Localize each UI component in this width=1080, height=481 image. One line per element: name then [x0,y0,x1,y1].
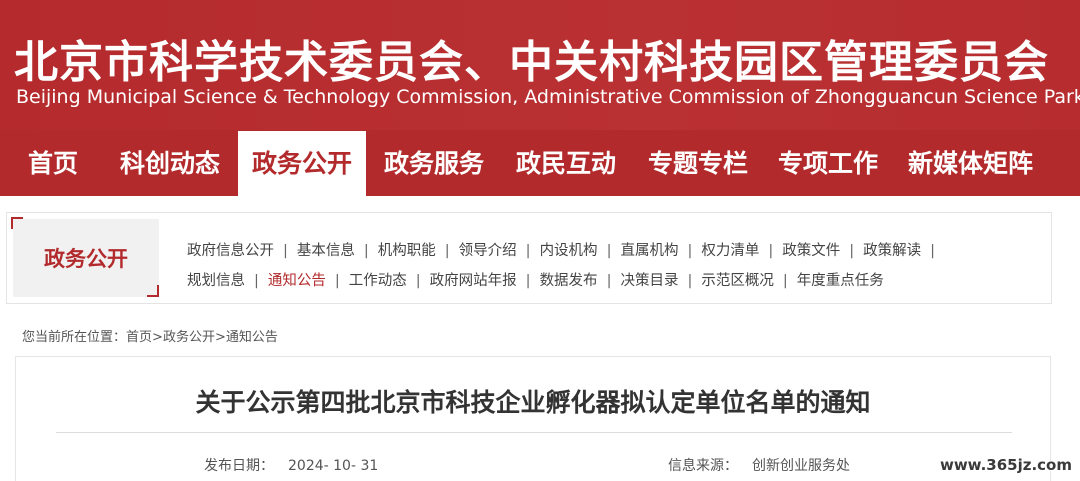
sub-nav-link[interactable]: 示范区概况 [701,273,774,289]
sub-nav-link[interactable]: 直属机构 [620,243,678,259]
article-title: 关于公示第四批北京市科技企业孵化器拟认定单位名单的通知 [195,388,871,417]
sub-nav-link[interactable]: 领导介绍 [459,243,517,259]
sub-nav-link[interactable]: 机构职能 [378,243,436,259]
sub-nav-link-active[interactable]: 通知公告 [268,273,326,289]
sub-nav-link[interactable]: 权力清单 [701,243,759,259]
watermark: www.365jz.com [939,456,1072,474]
site-title-cn[interactable]: 北京市科学技术委员会、中关村科技园区管理委员会 [14,26,1049,90]
separator: | [606,243,612,259]
nav-item-home[interactable]: 首页 [28,131,78,196]
publish-date-value: 2024- 10- 31 [288,458,379,474]
sub-nav-link[interactable]: 年度重点任务 [797,273,884,289]
separator: | [363,243,369,259]
separator: | [687,243,693,259]
divider [56,432,1012,433]
separator: | [930,243,936,259]
separator: | [782,273,788,289]
sub-nav-link[interactable]: 数据发布 [540,273,598,289]
publish-date-label: 发布日期： [204,458,274,474]
corner-decoration-bottom-right [147,285,159,297]
publish-date: 发布日期： 2024- 10- 31 [204,455,378,475]
breadcrumb-separator: > [214,330,226,345]
sub-nav-link[interactable]: 规划信息 [187,273,245,289]
corner-decoration-top-left [11,217,23,229]
sub-nav-link[interactable]: 政策解读 [863,243,921,259]
site-title-en: Beijing Municipal Science & Technology C… [16,86,1080,108]
separator: | [415,273,421,289]
breadcrumb-separator: > [152,330,163,345]
separator: | [334,273,340,289]
separator: | [687,273,693,289]
sub-nav-panel: 政务公开 政府信息公开 | 基本信息 | 机构职能 | 领导介绍 | 内设机构 | 直属机构 | 权力清… [6,212,1052,304]
nav-item-interaction[interactable]: 政民互动 [516,131,616,196]
nav-item-news[interactable]: 科创动态 [120,131,220,196]
separator: | [444,243,450,259]
sub-nav-link[interactable]: 政策文件 [782,243,840,259]
info-source-value: 创新创业服务处 [752,458,850,474]
breadcrumb-link-gov-affairs[interactable]: 政务公开 [163,330,215,345]
sub-nav-link[interactable]: 政府信息公开 [187,243,274,259]
separator: | [525,243,531,259]
sub-nav-link[interactable]: 工作动态 [349,273,407,289]
breadcrumb-prefix: 您当前所在位置： [22,330,127,345]
sub-nav-row-1: 政府信息公开 | 基本信息 | 机构职能 | 领导介绍 | 内设机构 | 直属机构 | 权力清单 | 政策文… [187,239,944,260]
separator: | [254,273,259,289]
article-panel: 关于公示第四批北京市科技企业孵化器拟认定单位名单的通知 发布日期： 2024- 1… [15,356,1051,481]
separator: | [606,273,612,289]
info-source: 信息来源： 创新创业服务处 [668,455,850,475]
info-source-label: 信息来源： [668,458,738,474]
breadcrumb-link-notices[interactable]: 通知公告 [226,330,278,345]
nav-item-gov-affairs[interactable]: 政务公开 [238,131,367,211]
nav-item-new-media[interactable]: 新媒体矩阵 [908,131,1033,196]
sub-nav-title: 政务公开 [13,219,159,297]
sub-nav-link[interactable]: 政府网站年报 [430,273,517,289]
site-header: 北京市科学技术委员会、中关村科技园区管理委员会 Beijing Municipa… [0,0,1080,211]
sub-nav-row-2: 规划信息 | 通知公告 | 工作动态 | 政府网站年报 | 数据发布 | 决策目录 | 示范区概况 | 年度… [187,269,884,290]
sub-nav-link[interactable]: 基本信息 [297,243,355,259]
separator: | [849,243,855,259]
separator: | [525,273,531,289]
nav-item-services[interactable]: 政务服务 [384,131,484,196]
nav-item-topics[interactable]: 专题专栏 [648,131,748,196]
sub-nav-link[interactable]: 内设机构 [540,243,598,259]
breadcrumb-link-home[interactable]: 首页 [126,330,152,345]
main-nav: 首页 科创动态 政务公开 政务服务 政民互动 专题专栏 专项工作 新媒体矩阵 [0,131,1080,211]
header-banner: 北京市科学技术委员会、中关村科技园区管理委员会 Beijing Municipa… [0,0,1080,130]
separator: | [768,243,774,259]
breadcrumb: 您当前所在位置：首页>政务公开>通知公告 [22,326,278,345]
sub-nav-title-text: 政务公开 [44,247,128,271]
nav-item-special-work[interactable]: 专项工作 [778,131,878,196]
sub-nav-link[interactable]: 决策目录 [620,273,678,289]
separator: | [283,243,288,259]
